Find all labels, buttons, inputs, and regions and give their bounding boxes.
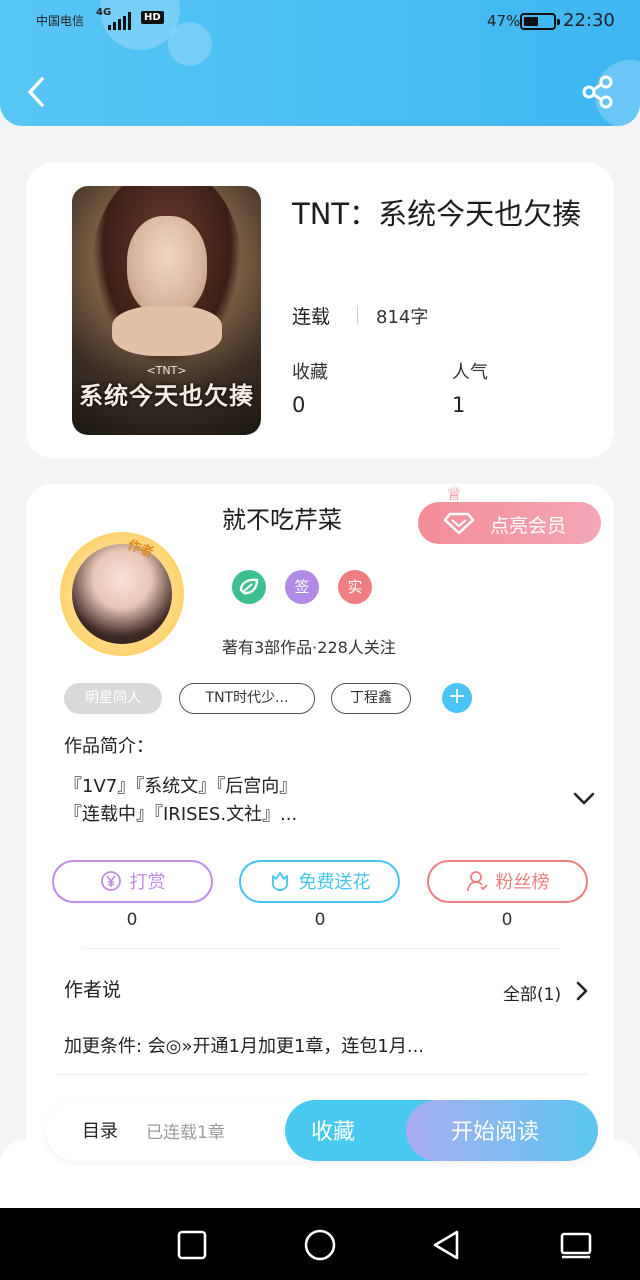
fan-rank-button[interactable]: 粉丝榜 xyxy=(427,860,588,903)
hd-badge: HD xyxy=(141,11,164,24)
chevron-down-icon[interactable] xyxy=(572,790,596,808)
avatar[interactable] xyxy=(60,532,184,656)
vip-button[interactable]: 点亮会员 xyxy=(418,502,601,544)
vip-button-label: 点亮会员 xyxy=(490,515,567,537)
cover-title: 系统今天也欠揍 xyxy=(79,382,254,410)
battery-percent: 47% xyxy=(487,12,521,30)
yen-icon xyxy=(100,871,121,891)
intro-label: 作品简介： xyxy=(64,736,154,757)
triangle-back-icon[interactable] xyxy=(430,1228,464,1262)
reward-count: 0 xyxy=(126,910,138,930)
send-flower-count: 0 xyxy=(314,910,326,930)
leaf-icon xyxy=(232,570,266,604)
divider xyxy=(82,948,560,949)
share-icon[interactable] xyxy=(580,74,616,110)
header: 中国电信 4G HD 47% 22:30 xyxy=(0,0,640,126)
clock: 22:30 xyxy=(563,10,615,31)
carrier-label: 中国电信 xyxy=(36,14,85,28)
collect-label: 收藏 xyxy=(311,1120,356,1145)
author-name[interactable]: 就不吃芹菜 xyxy=(222,500,342,535)
start-reading-button[interactable]: 开始阅读 xyxy=(406,1100,598,1161)
start-reading-label: 开始阅读 xyxy=(451,1120,540,1145)
book-cover[interactable]: <TNT> 系统今天也欠揍 xyxy=(72,186,261,435)
verified-badge: 实 xyxy=(338,570,372,604)
fan-rank-count: 0 xyxy=(501,910,513,930)
user-icon xyxy=(466,871,488,892)
author-say-text[interactable]: 加更条件: 会◎»开通1月加更1章，连包1月... xyxy=(64,1032,424,1058)
square-icon[interactable] xyxy=(175,1228,209,1262)
system-nav-bar xyxy=(0,1208,640,1280)
reward-label: 打赏 xyxy=(129,872,166,893)
word-count: 814字 xyxy=(376,307,429,328)
send-flower-label: 免费送花 xyxy=(298,872,371,893)
tag-item[interactable]: TNT时代少... xyxy=(179,683,315,714)
divider xyxy=(357,306,358,324)
tag-item[interactable]: 丁程鑫 xyxy=(331,683,411,714)
send-flower-button[interactable]: 免费送花 xyxy=(239,860,400,903)
intro-line: 『连载中』『IRISES.文社』... xyxy=(64,804,298,825)
serial-status: 连载 xyxy=(292,306,331,328)
author-say-all-link[interactable]: 全部(1) xyxy=(503,980,561,1005)
circle-icon[interactable] xyxy=(303,1228,337,1262)
status-bar: 中国电信 4G HD 47% 22:30 xyxy=(0,0,640,44)
author-say-title: 作者说 xyxy=(64,979,122,1001)
author-stats: 著有3部作品·228人关注 xyxy=(222,638,396,657)
signed-badge: 签 xyxy=(285,570,319,604)
flower-icon xyxy=(271,872,288,891)
network-label: 4G xyxy=(96,7,112,18)
battery-icon xyxy=(520,13,560,30)
fan-rank-label: 粉丝榜 xyxy=(495,872,550,893)
recent-apps-icon[interactable] xyxy=(559,1228,593,1262)
divider xyxy=(56,1074,588,1075)
toc-status: 已连载1章 xyxy=(146,1123,225,1143)
stat-label-collect: 收藏 xyxy=(292,362,328,383)
chevron-right-icon[interactable] xyxy=(575,980,589,1002)
tag-item[interactable]: 明星同人 xyxy=(64,683,162,714)
stat-value-collect: 0 xyxy=(292,393,306,417)
reward-button[interactable]: 打赏 xyxy=(52,860,213,903)
stat-label-popularity: 人气 xyxy=(452,362,488,383)
chevron-left-icon[interactable] xyxy=(22,74,52,110)
book-title: TNT：系统今天也欠揍 xyxy=(292,197,582,231)
intro-line: 『1V7』『系统文』『后宫向』 xyxy=(64,776,298,797)
toc-button[interactable]: 目录 xyxy=(82,1117,118,1143)
add-tag-button[interactable]: + xyxy=(442,683,472,713)
diamond-icon xyxy=(444,512,474,534)
stat-value-popularity: 1 xyxy=(452,393,466,417)
